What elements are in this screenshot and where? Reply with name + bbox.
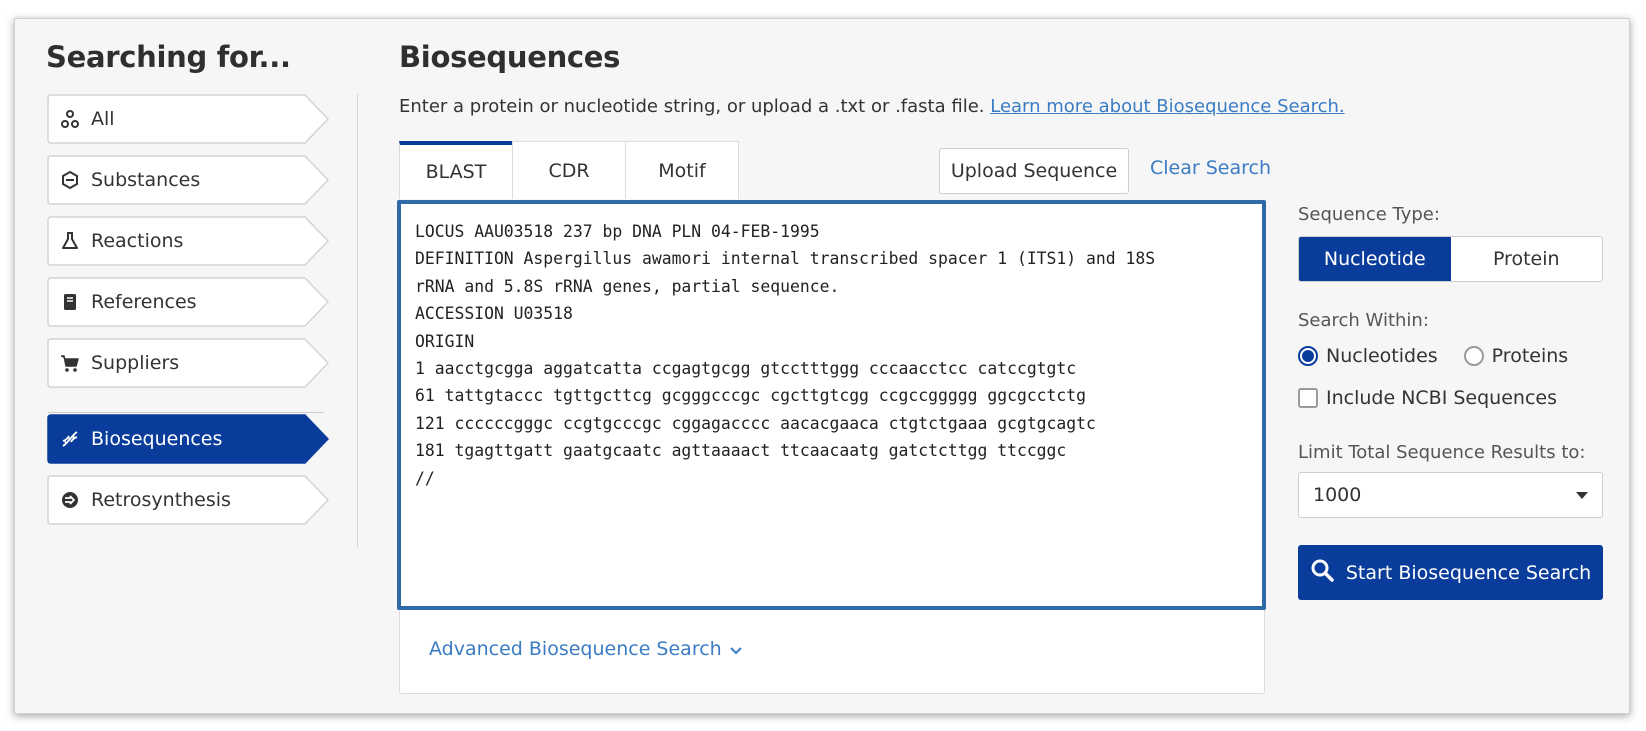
- sidebar-item-references[interactable]: References: [47, 277, 329, 327]
- include-ncbi-option[interactable]: Include NCBI Sequences: [1298, 387, 1557, 409]
- page-title: Biosequences: [399, 40, 621, 74]
- chevron-down-icon: [729, 638, 742, 660]
- tab-cdr[interactable]: CDR: [512, 141, 626, 199]
- sidebar-item-label: Suppliers: [91, 352, 180, 374]
- panel-divider: [357, 94, 358, 548]
- limit-results-label: Limit Total Sequence Results to:: [1298, 442, 1586, 463]
- dna-icon: [59, 428, 81, 450]
- caret-down-icon: [1576, 492, 1588, 499]
- limit-results-value: 1000: [1313, 484, 1362, 506]
- search-mode-tabs: BLAST CDR Motif: [399, 141, 739, 199]
- include-ncbi-label: Include NCBI Sequences: [1326, 387, 1557, 409]
- book-icon: [59, 291, 81, 313]
- advanced-search-panel: Advanced Biosequence Search: [399, 610, 1265, 694]
- nucleotides-radio-option[interactable]: Nucleotides: [1298, 345, 1438, 367]
- sequence-input[interactable]: [397, 200, 1266, 610]
- nucleotides-radio-label: Nucleotides: [1326, 345, 1438, 367]
- nucleotides-radio[interactable]: [1298, 346, 1318, 366]
- sidebar-item-label: References: [91, 291, 197, 313]
- sidebar-divider: [48, 412, 324, 413]
- sidebar-item-label: Retrosynthesis: [91, 489, 231, 511]
- sidebar-item-label: Biosequences: [91, 428, 223, 450]
- sequence-type-toggle: Nucleotide Protein: [1298, 236, 1603, 282]
- retrosynthesis-icon: [59, 489, 81, 511]
- advanced-search-label: Advanced Biosequence Search: [429, 638, 722, 660]
- flask-icon: [59, 230, 81, 252]
- page-description: Enter a protein or nucleotide string, or…: [399, 96, 1345, 117]
- tab-motif[interactable]: Motif: [625, 141, 739, 199]
- sidebar-item-reactions[interactable]: Reactions: [47, 216, 329, 266]
- description-text: Enter a protein or nucleotide string, or…: [399, 96, 985, 117]
- cart-icon: [59, 352, 81, 374]
- include-ncbi-checkbox[interactable]: [1298, 388, 1318, 408]
- search-within-label: Search Within:: [1298, 310, 1429, 331]
- clear-search-button[interactable]: Clear Search: [1150, 157, 1271, 179]
- hexagon-icon: [59, 169, 81, 191]
- sidebar-item-retrosynthesis[interactable]: Retrosynthesis: [47, 475, 329, 525]
- proteins-radio-option[interactable]: Proteins: [1463, 345, 1569, 367]
- sidebar-item-label: Substances: [91, 169, 201, 191]
- search-within-group: Nucleotides Proteins: [1298, 345, 1568, 367]
- start-search-label: Start Biosequence Search: [1345, 561, 1592, 584]
- sidebar-item-suppliers[interactable]: Suppliers: [47, 338, 329, 388]
- search-icon: [1310, 558, 1334, 587]
- limit-results-select[interactable]: 1000: [1298, 472, 1603, 518]
- advanced-search-toggle[interactable]: Advanced Biosequence Search: [429, 638, 742, 660]
- sidebar-title: Searching for...: [46, 40, 291, 74]
- sequence-type-label: Sequence Type:: [1298, 204, 1440, 225]
- proteins-radio[interactable]: [1463, 346, 1484, 366]
- tab-blast[interactable]: BLAST: [399, 141, 513, 199]
- network-icon: [59, 108, 81, 130]
- protein-option[interactable]: Protein: [1451, 237, 1603, 281]
- sidebar-item-label: Reactions: [91, 230, 184, 252]
- sidebar-item-label: All: [91, 108, 115, 130]
- nucleotide-option[interactable]: Nucleotide: [1299, 237, 1451, 281]
- sidebar-item-substances[interactable]: Substances: [47, 155, 329, 205]
- upload-sequence-button[interactable]: Upload Sequence: [939, 148, 1129, 194]
- start-search-button[interactable]: Start Biosequence Search: [1298, 545, 1603, 600]
- learn-more-link[interactable]: Learn more about Biosequence Search.: [990, 96, 1344, 117]
- sidebar-item-all[interactable]: All: [47, 94, 329, 144]
- proteins-radio-label: Proteins: [1491, 345, 1569, 367]
- sidebar-item-biosequences[interactable]: Biosequences: [47, 414, 329, 464]
